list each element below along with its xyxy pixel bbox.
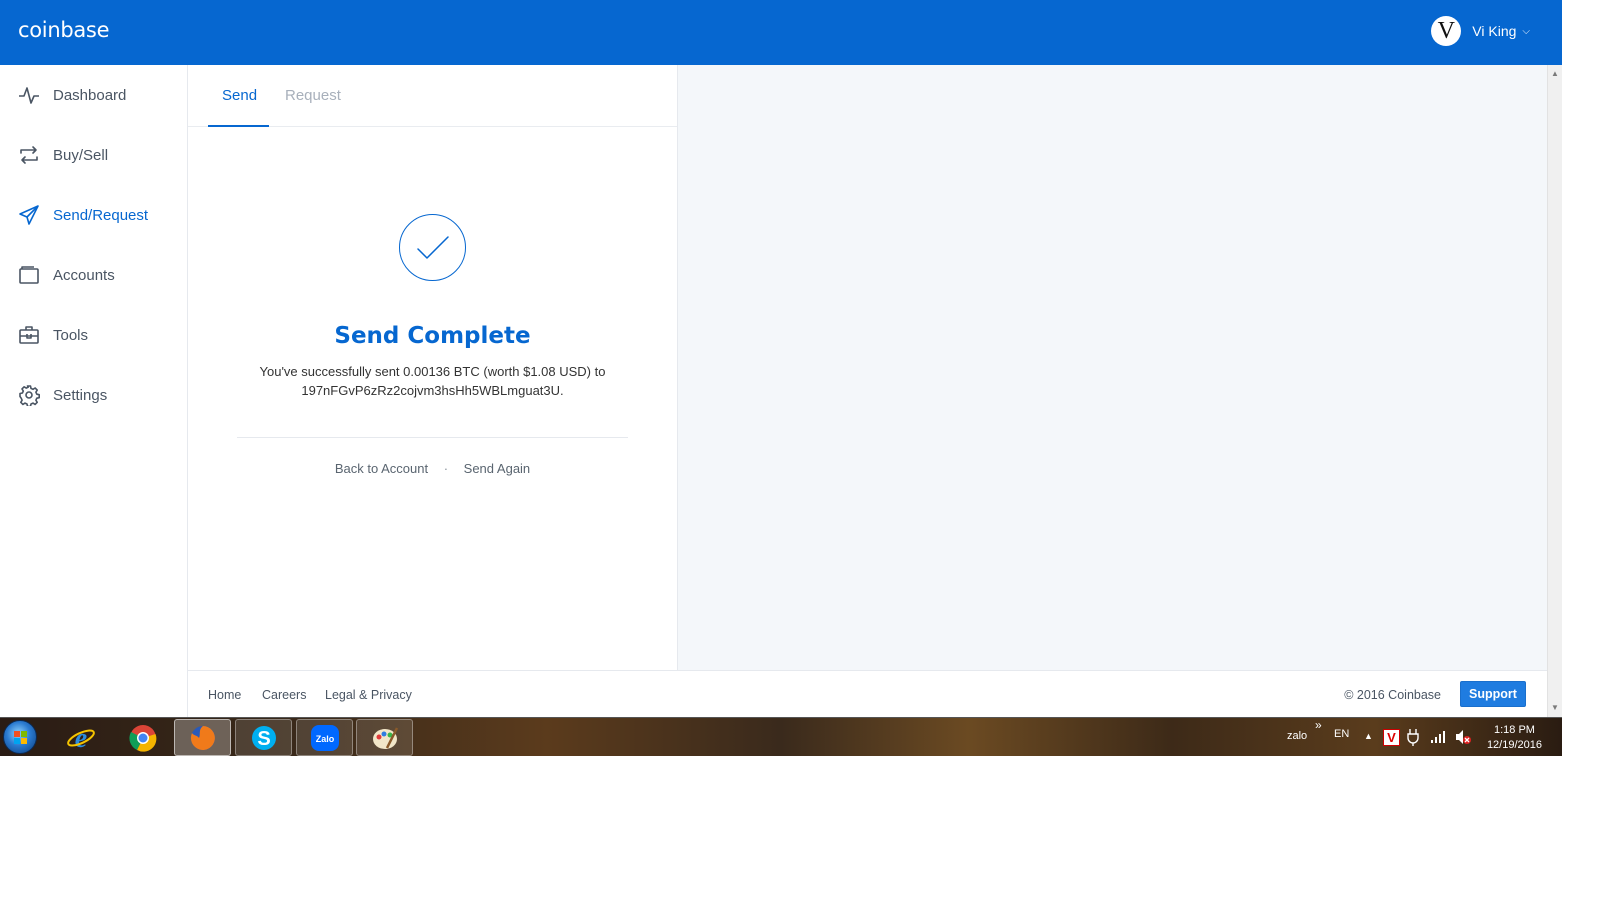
footer-link-careers[interactable]: Careers (262, 688, 306, 702)
network-signal-icon[interactable] (1430, 730, 1446, 747)
send-panel: Send Request Send Complete You've succes… (188, 65, 678, 670)
user-name[interactable]: Vi King (1472, 23, 1516, 39)
footer-link-home[interactable]: Home (208, 688, 241, 702)
back-to-account-link[interactable]: Back to Account (335, 461, 428, 476)
power-plug-icon[interactable] (1406, 728, 1420, 749)
sidebar-item-label: Dashboard (53, 86, 127, 104)
tab-send[interactable]: Send (222, 87, 257, 104)
footer: Home Careers Legal & Privacy © 2016 Coin… (188, 670, 1547, 717)
send-complete-title: Send Complete (334, 323, 531, 349)
system-tray: zalo » EN ▲ V 1:18 PM 12/19/2016 (1280, 718, 1562, 757)
page-scrollbar[interactable]: ▲ ▼ (1547, 65, 1562, 717)
language-indicator[interactable]: EN (1334, 728, 1349, 740)
sidebar-item-send-request[interactable]: Send/Request (0, 195, 187, 235)
scroll-up-arrow-icon[interactable]: ▲ (1551, 69, 1559, 78)
tab-request[interactable]: Request (285, 87, 341, 104)
sidebar-item-settings[interactable]: Settings (0, 375, 187, 415)
sidebar-item-label: Accounts (53, 266, 115, 284)
chrome-icon[interactable] (114, 719, 171, 756)
checkmark-icon (399, 214, 466, 281)
sidebar-item-label: Settings (53, 386, 108, 404)
svg-text:e: e (74, 723, 86, 753)
gear-icon (18, 384, 40, 406)
chevron-down-icon[interactable]: ⌵ (1522, 26, 1530, 37)
clock-time: 1:18 PM (1493, 724, 1535, 736)
coinbase-logo[interactable]: coinbase (18, 18, 110, 42)
send-again-link[interactable]: Send Again (464, 461, 531, 476)
tray-overflow-icon[interactable]: » (1315, 718, 1322, 732)
wallet-icon (18, 264, 40, 286)
sidebar-item-label: Tools (53, 326, 89, 344)
separator-dot: · (443, 461, 449, 476)
paper-plane-icon (18, 204, 40, 226)
firefox-icon[interactable] (174, 719, 231, 756)
recipient-address: 197nFGvP6zRz2cojvm3hsHh5WBLmguat3U. (301, 383, 564, 398)
support-button[interactable]: Support (1460, 681, 1526, 707)
tray-zalo[interactable]: zalo (1287, 730, 1307, 742)
start-button[interactable] (3, 720, 37, 754)
pulse-icon (18, 84, 40, 106)
content-background (678, 65, 1547, 670)
sidebar-item-buy-sell[interactable]: Buy/Sell (0, 135, 187, 175)
vietkey-icon[interactable]: V (1383, 729, 1400, 746)
toolbox-icon (18, 324, 40, 346)
show-hidden-icons[interactable]: ▲ (1364, 731, 1373, 741)
user-menu[interactable]: V Vi King ⌵ (1431, 16, 1530, 46)
divider (237, 437, 628, 438)
top-bar: coinbase V Vi King ⌵ (0, 0, 1562, 65)
footer-link-legal-privacy[interactable]: Legal & Privacy (325, 688, 412, 702)
internet-explorer-icon[interactable]: e (52, 719, 109, 756)
zalo-label: Zalo (315, 734, 334, 744)
avatar[interactable]: V (1431, 16, 1462, 46)
completion-actions: Back to Account · Send Again (188, 461, 677, 476)
sidebar-item-accounts[interactable]: Accounts (0, 255, 187, 295)
clock-date: 12/19/2016 (1486, 739, 1542, 751)
send-complete-message: You've successfully sent 0.00136 BTC (wo… (228, 362, 637, 400)
active-tab-indicator (208, 125, 269, 127)
exchange-arrows-icon (18, 144, 40, 166)
tab-bar: Send Request (188, 65, 677, 127)
paint-icon[interactable] (356, 719, 413, 756)
sidebar-item-tools[interactable]: Tools (0, 315, 187, 355)
volume-muted-icon[interactable] (1454, 729, 1472, 748)
sidebar-item-dashboard[interactable]: Dashboard (0, 75, 187, 115)
svg-text:S: S (257, 728, 270, 750)
sidebar: Dashboard Buy/Sell Send/Request Accounts… (0, 65, 188, 717)
scroll-down-arrow-icon[interactable]: ▼ (1551, 703, 1559, 712)
windows-taskbar: e S Zalo zalo » EN ▲ V 1:18 PM 12/19/201… (0, 717, 1562, 756)
skype-icon[interactable]: S (235, 719, 292, 756)
message-line-1: You've successfully sent 0.00136 BTC (wo… (259, 364, 606, 379)
sidebar-item-label: Send/Request (53, 206, 149, 224)
sidebar-item-label: Buy/Sell (53, 146, 109, 164)
copyright: © 2016 Coinbase (1344, 688, 1441, 702)
windows-logo-icon (14, 731, 28, 745)
zalo-icon[interactable]: Zalo (296, 719, 353, 756)
system-clock[interactable]: 1:18 PM 12/19/2016 (1487, 723, 1542, 753)
